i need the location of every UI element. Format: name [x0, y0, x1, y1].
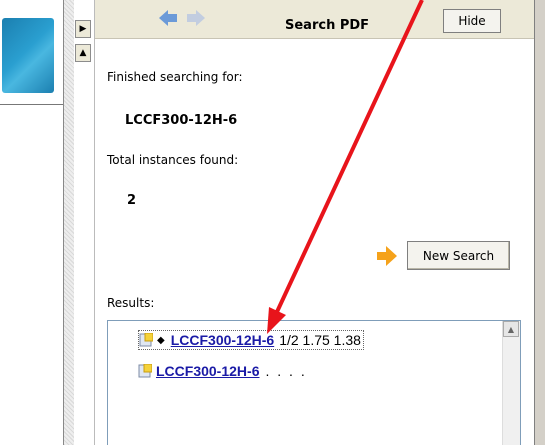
triangle-right-icon: ▶ [79, 24, 87, 34]
triangle-up-icon: ▲ [79, 48, 87, 58]
back-arrow-icon[interactable] [159, 10, 177, 26]
search-titlebar: Search PDF Hide [95, 0, 534, 39]
panel-title: Search PDF [285, 18, 370, 33]
document-thumbnail[interactable] [2, 18, 54, 93]
forward-arrow-icon[interactable] [187, 10, 205, 26]
new-search-button[interactable]: New Search [407, 241, 510, 270]
document-icon [139, 333, 153, 347]
results-list: ◆ LCCF300-12H-6 1/2 1.75 1.38 LCCF300-12… [107, 320, 521, 445]
result-link[interactable]: LCCF300-12H-6 [171, 332, 274, 348]
expand-panel-button[interactable]: ▶ [75, 20, 91, 38]
total-count: 2 [127, 193, 137, 208]
scroll-up-arrow-icon[interactable]: ▲ [503, 321, 519, 337]
document-divider [0, 104, 63, 105]
result-item[interactable]: LCCF300-12H-6 . . . . [138, 363, 307, 379]
splitter-hatch[interactable] [64, 0, 74, 445]
document-icon [138, 364, 152, 378]
new-search-arrow-icon [377, 246, 397, 266]
total-instances-label: Total instances found: [107, 153, 239, 167]
search-term: LCCF300-12H-6 [125, 113, 238, 128]
result-detail: . . . . [265, 363, 307, 379]
hide-button[interactable]: Hide [443, 9, 501, 33]
window-edge [534, 0, 545, 445]
search-panel: Search PDF Hide Finished searching for: … [95, 0, 534, 445]
result-link[interactable]: LCCF300-12H-6 [156, 363, 259, 379]
panel-button-column: ▶ ▲ [74, 0, 95, 445]
result-detail: 1/2 1.75 1.38 [279, 332, 361, 348]
document-pane [0, 0, 64, 445]
finished-searching-label: Finished searching for: [107, 70, 243, 84]
scroll-up-button[interactable]: ▲ [75, 44, 91, 62]
result-bullet: ◆ [157, 334, 165, 346]
results-scrollbar[interactable]: ▲ [502, 321, 520, 445]
results-label: Results: [107, 296, 155, 310]
result-item[interactable]: ◆ LCCF300-12H-6 1/2 1.75 1.38 [138, 330, 364, 350]
